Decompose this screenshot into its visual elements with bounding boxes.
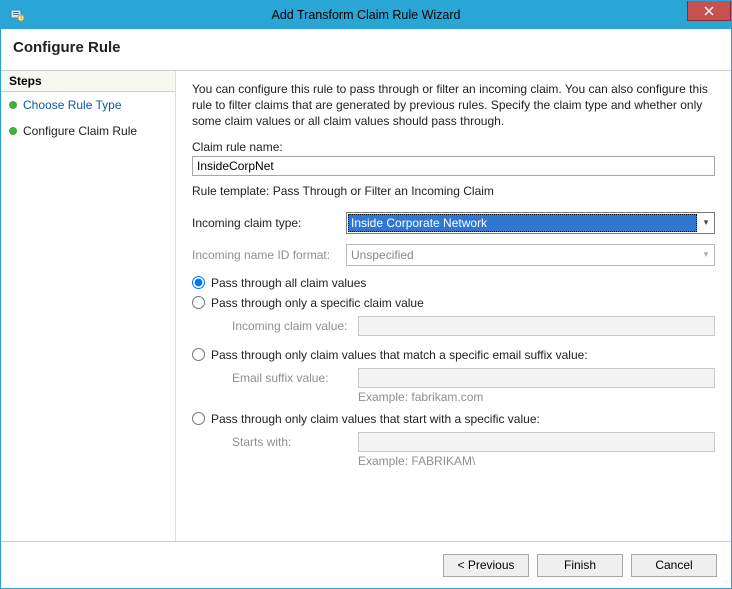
steps-sidebar: Steps Choose Rule Type Configure Claim R… xyxy=(1,71,176,541)
incoming-name-id-format-value: Unspecified xyxy=(347,245,698,265)
incoming-claim-value-label: Incoming claim value: xyxy=(232,319,352,333)
radio-starts-with-input[interactable] xyxy=(192,412,205,425)
chevron-down-icon: ▾ xyxy=(698,213,714,233)
radio-pass-specific-label: Pass through only a specific claim value xyxy=(211,296,424,310)
incoming-claim-type-select[interactable]: Inside Corporate Network ▾ xyxy=(346,212,715,234)
radio-pass-all-input[interactable] xyxy=(192,276,205,289)
window-title: Add Transform Claim Rule Wizard xyxy=(1,8,731,22)
page-title: Configure Rule xyxy=(13,39,121,56)
incoming-claim-type-label: Incoming claim type: xyxy=(192,216,342,230)
email-suffix-hint: Example: fabrikam.com xyxy=(358,390,715,404)
close-button[interactable] xyxy=(687,1,731,21)
incoming-claim-type-value: Inside Corporate Network xyxy=(348,214,697,232)
intro-text: You can configure this rule to pass thro… xyxy=(192,81,715,130)
radio-pass-specific[interactable]: Pass through only a specific claim value xyxy=(192,296,715,310)
radio-email-suffix-input[interactable] xyxy=(192,348,205,361)
step-label: Configure Claim Rule xyxy=(23,124,137,138)
chevron-down-icon: ▾ xyxy=(698,245,714,265)
main-pane: You can configure this rule to pass thro… xyxy=(176,71,731,541)
step-configure-claim-rule[interactable]: Configure Claim Rule xyxy=(1,118,175,144)
app-icon xyxy=(9,7,25,23)
footer-buttons: < Previous Finish Cancel xyxy=(1,542,731,588)
previous-button[interactable]: < Previous xyxy=(443,554,529,577)
claim-rule-name-input[interactable] xyxy=(192,156,715,176)
email-suffix-value-input xyxy=(358,368,715,388)
finish-button[interactable]: Finish xyxy=(537,554,623,577)
radio-pass-all-label: Pass through all claim values xyxy=(211,276,366,290)
rule-template-line: Rule template: Pass Through or Filter an… xyxy=(192,184,715,198)
step-label: Choose Rule Type xyxy=(23,98,122,112)
radio-pass-specific-input[interactable] xyxy=(192,296,205,309)
email-suffix-value-label: Email suffix value: xyxy=(232,371,352,385)
step-bullet-icon xyxy=(9,127,17,135)
step-choose-rule-type[interactable]: Choose Rule Type xyxy=(1,92,175,118)
starts-with-input xyxy=(358,432,715,452)
starts-with-hint: Example: FABRIKAM\ xyxy=(358,454,715,468)
starts-with-label: Starts with: xyxy=(232,435,352,449)
page-header: Configure Rule xyxy=(1,29,731,71)
step-bullet-icon xyxy=(9,101,17,109)
wizard-body: Steps Choose Rule Type Configure Claim R… xyxy=(1,71,731,542)
steps-heading: Steps xyxy=(1,71,175,92)
cancel-button[interactable]: Cancel xyxy=(631,554,717,577)
incoming-claim-value-input xyxy=(358,316,715,336)
radio-pass-all[interactable]: Pass through all claim values xyxy=(192,276,715,290)
titlebar: Add Transform Claim Rule Wizard xyxy=(1,1,731,29)
radio-email-suffix-label: Pass through only claim values that matc… xyxy=(211,348,588,362)
radio-email-suffix[interactable]: Pass through only claim values that matc… xyxy=(192,348,715,362)
radio-starts-with-label: Pass through only claim values that star… xyxy=(211,412,540,426)
incoming-name-id-format-select: Unspecified ▾ xyxy=(346,244,715,266)
claim-rule-name-label: Claim rule name: xyxy=(192,140,715,154)
wizard-window: Add Transform Claim Rule Wizard Configur… xyxy=(0,0,732,589)
radio-starts-with[interactable]: Pass through only claim values that star… xyxy=(192,412,715,426)
incoming-name-id-format-label: Incoming name ID format: xyxy=(192,248,342,262)
